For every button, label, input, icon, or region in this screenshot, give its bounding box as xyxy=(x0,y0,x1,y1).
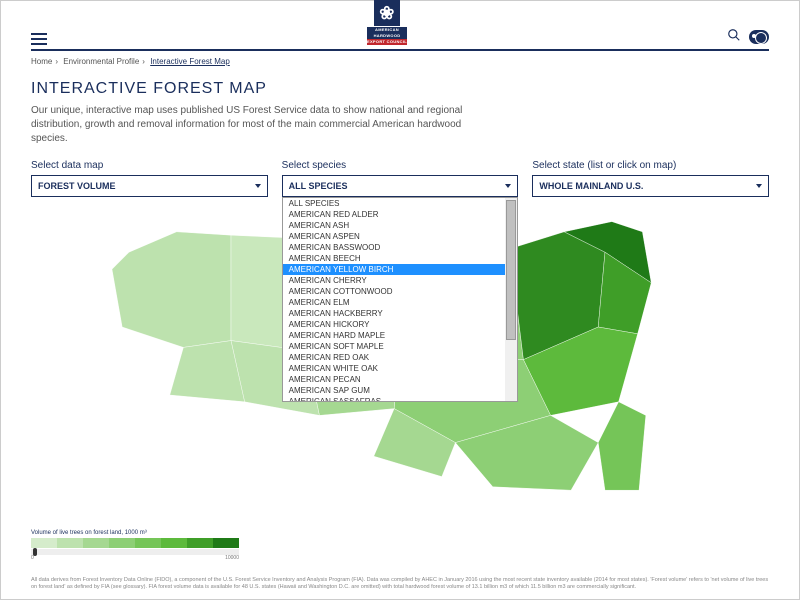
intro-text: Our unique, interactive map uses publish… xyxy=(31,104,471,146)
legend-swatch xyxy=(161,538,187,548)
legend: Volume of live trees on forest land, 100… xyxy=(31,530,239,561)
logo[interactable]: ❀ AMERICAN HARDWOOD EXPORT COUNCIL xyxy=(367,0,407,45)
species-option[interactable]: AMERICAN PECAN xyxy=(283,374,518,385)
crumb-current[interactable]: Interactive Forest Map xyxy=(150,57,230,66)
species-option[interactable]: AMERICAN COTTONWOOD xyxy=(283,286,518,297)
menu-button[interactable] xyxy=(31,33,47,45)
species-option[interactable]: AMERICAN ASPEN xyxy=(283,231,518,242)
species-option[interactable]: AMERICAN CHERRY xyxy=(283,275,518,286)
scrollbar[interactable] xyxy=(505,198,517,401)
species-option[interactable]: ALL SPECIES xyxy=(283,198,518,209)
breadcrumb: Home› Environmental Profile› Interactive… xyxy=(31,51,769,72)
footnote: All data derives from Forest Inventory D… xyxy=(31,577,769,591)
species-options: ALL SPECIESAMERICAN RED ALDERAMERICAN AS… xyxy=(282,197,519,402)
species-option[interactable]: AMERICAN BASSWOOD xyxy=(283,242,518,253)
species-option[interactable]: AMERICAN YELLOW BIRCH xyxy=(283,264,518,275)
species-option[interactable]: AMERICAN RED ALDER xyxy=(283,209,518,220)
legend-swatch xyxy=(31,538,57,548)
species-option[interactable]: AMERICAN HACKBERRY xyxy=(283,308,518,319)
caret-icon xyxy=(505,184,511,188)
caret-icon xyxy=(756,184,762,188)
search-icon[interactable] xyxy=(727,28,741,45)
legend-title: Volume of live trees on forest land, 100… xyxy=(31,530,239,536)
legend-swatch xyxy=(83,538,109,548)
language-icon[interactable] xyxy=(749,30,769,44)
legend-swatch xyxy=(109,538,135,548)
species-option[interactable]: AMERICAN RED OAK xyxy=(283,352,518,363)
caret-icon xyxy=(255,184,261,188)
species-option[interactable]: AMERICAN BEECH xyxy=(283,253,518,264)
species-label: Select species xyxy=(282,160,519,171)
page-title: INTERACTIVE FOREST MAP xyxy=(31,80,769,98)
legend-swatch xyxy=(135,538,161,548)
species-option[interactable]: AMERICAN SASSAFRAS xyxy=(283,396,518,402)
species-option[interactable]: AMERICAN HICKORY xyxy=(283,319,518,330)
species-option[interactable]: AMERICAN SAP GUM xyxy=(283,385,518,396)
species-option[interactable]: AMERICAN WHITE OAK xyxy=(283,363,518,374)
legend-swatch xyxy=(213,538,239,548)
species-option[interactable]: AMERICAN ASH xyxy=(283,220,518,231)
species-option[interactable]: AMERICAN HARD MAPLE xyxy=(283,330,518,341)
legend-swatch xyxy=(187,538,213,548)
crumb-home[interactable]: Home xyxy=(31,57,52,66)
species-option[interactable]: AMERICAN SOFT MAPLE xyxy=(283,341,518,352)
state-label: Select state (list or click on map) xyxy=(532,160,769,171)
data-map-label: Select data map xyxy=(31,160,268,171)
legend-swatch xyxy=(57,538,83,548)
species-option[interactable]: AMERICAN ELM xyxy=(283,297,518,308)
legend-slider[interactable] xyxy=(31,549,239,555)
crumb-profile[interactable]: Environmental Profile xyxy=(63,57,139,66)
